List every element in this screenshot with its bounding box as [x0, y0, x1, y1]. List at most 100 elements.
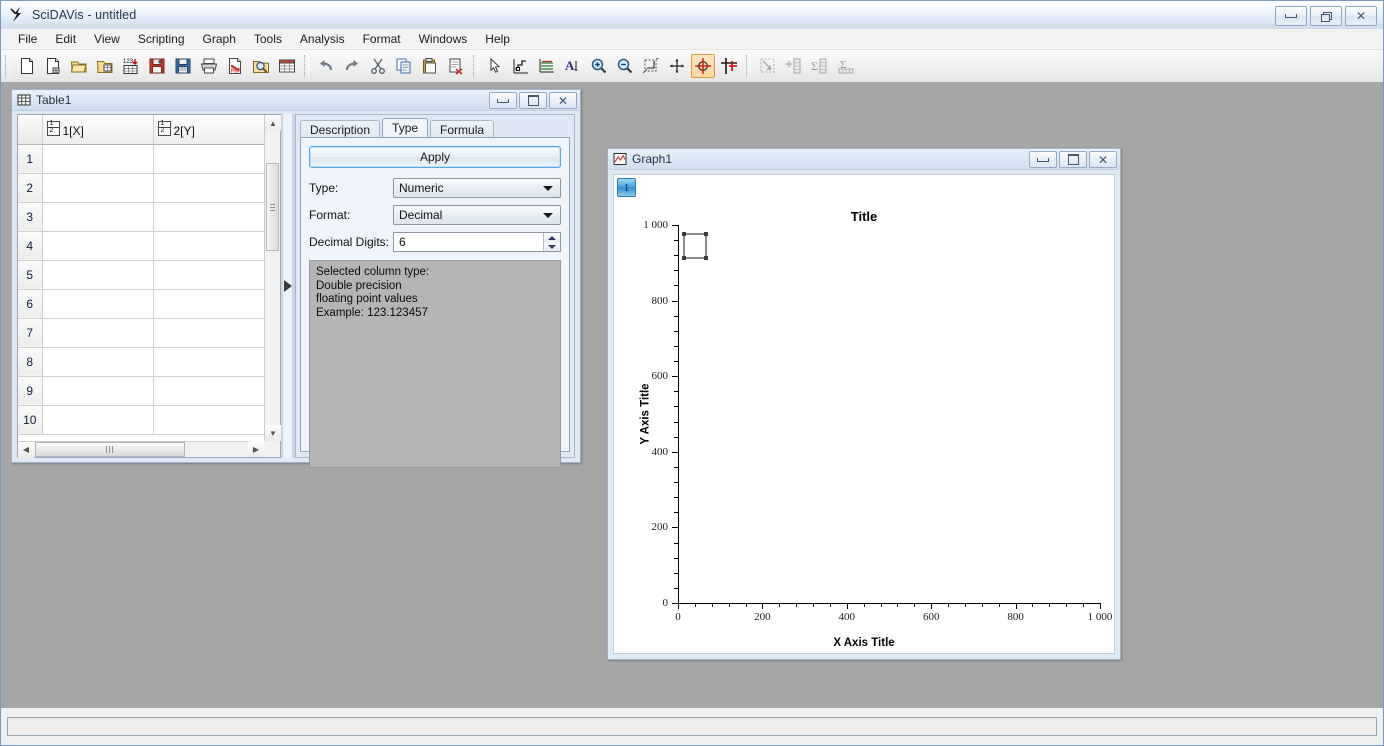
spreadsheet[interactable]: 1 2 1[X] 1 2 2[Y] 1 2 3 4 5 6 7 8 9 10 ▲… — [17, 114, 281, 458]
window-minimize-button[interactable] — [1275, 6, 1307, 26]
table-cell[interactable] — [42, 202, 154, 232]
move-data-points-icon[interactable] — [717, 54, 741, 78]
window-restore-button[interactable] — [1310, 6, 1342, 26]
delete-icon[interactable] — [444, 54, 468, 78]
table-cell[interactable] — [153, 376, 265, 406]
spreadsheet-vertical-scrollbar[interactable]: ▲ ▼ — [264, 115, 281, 441]
row-header[interactable]: 1 — [18, 144, 43, 174]
spinner-increment-button[interactable] — [544, 233, 560, 242]
horizontal-scroll-thumb[interactable] — [35, 442, 185, 457]
menu-windows[interactable]: Windows — [410, 30, 477, 48]
table-minimize-button[interactable] — [489, 92, 517, 109]
table-cell[interactable] — [153, 144, 265, 174]
project-explorer-icon[interactable] — [275, 54, 299, 78]
graph-minimize-button[interactable] — [1029, 151, 1057, 168]
table-window[interactable]: Table1 ✕ 1 2 1[X] 1 2 2[Y] 1 2 3 4 5 6 7… — [11, 89, 581, 468]
window-close-button[interactable]: ✕ — [1345, 6, 1377, 26]
table-cell[interactable] — [42, 231, 154, 261]
menu-scripting[interactable]: Scripting — [129, 30, 194, 48]
add-column-icon[interactable] — [782, 54, 806, 78]
column-header-2[interactable]: 1 2 2[Y] — [153, 115, 265, 145]
row-header[interactable]: 5 — [18, 260, 43, 290]
type-combobox[interactable]: Numeric — [393, 178, 561, 198]
menu-view[interactable]: View — [85, 30, 129, 48]
plot-canvas[interactable]: 1 Title Y Axis Title X Axis Title 0 200 40… — [613, 174, 1115, 654]
draw-arrow-icon[interactable] — [665, 54, 689, 78]
export-pdf-icon[interactable]: PDF — [223, 54, 247, 78]
paste-icon[interactable] — [418, 54, 442, 78]
table-cell[interactable] — [153, 202, 265, 232]
menu-analysis[interactable]: Analysis — [291, 30, 354, 48]
column-header-1[interactable]: 1 2 1[X] — [42, 115, 154, 145]
open-template-icon[interactable] — [93, 54, 117, 78]
graph-window[interactable]: Graph1 ✕ 1 Title Y Axis Title X Axis Tit… — [607, 148, 1121, 660]
row-statistics-icon[interactable]: Σ — [834, 54, 858, 78]
graph-close-button[interactable]: ✕ — [1089, 151, 1117, 168]
table-cell[interactable] — [42, 289, 154, 319]
save-as-template-icon[interactable] — [171, 54, 195, 78]
format-combobox[interactable]: Decimal — [393, 205, 561, 225]
scroll-right-arrow-icon[interactable]: ▶ — [248, 441, 264, 457]
table-close-button[interactable]: ✕ — [549, 92, 577, 109]
select-all-corner[interactable] — [18, 115, 43, 145]
row-header[interactable]: 8 — [18, 347, 43, 377]
open-folder-icon[interactable] — [67, 54, 91, 78]
screen-reader-crosshair-icon[interactable] — [691, 54, 715, 78]
scroll-down-arrow-icon[interactable]: ▼ — [265, 425, 281, 441]
table-cell[interactable] — [42, 347, 154, 377]
menu-help[interactable]: Help — [476, 30, 519, 48]
table-cell[interactable] — [42, 144, 154, 174]
table-cell[interactable] — [153, 405, 265, 435]
table-cell[interactable] — [153, 347, 265, 377]
data-reader-icon[interactable] — [509, 54, 533, 78]
table-cell[interactable] — [42, 405, 154, 435]
menu-format[interactable]: Format — [354, 30, 410, 48]
pointer-arrow-icon[interactable] — [483, 54, 507, 78]
copy-icon[interactable] — [392, 54, 416, 78]
menu-edit[interactable]: Edit — [46, 30, 85, 48]
undo-icon[interactable] — [314, 54, 338, 78]
new-table-icon[interactable] — [41, 54, 65, 78]
graph-maximize-button[interactable] — [1059, 151, 1087, 168]
y-axis-title[interactable]: Y Axis Title — [640, 383, 652, 444]
cut-icon[interactable] — [366, 54, 390, 78]
table-cell[interactable] — [42, 318, 154, 348]
select-data-range-icon[interactable] — [535, 54, 559, 78]
vertical-scroll-thumb[interactable] — [266, 163, 279, 251]
add-text-icon[interactable]: A — [561, 54, 585, 78]
decimal-digits-spinbox[interactable]: 6 — [393, 232, 561, 252]
zoom-in-icon[interactable] — [587, 54, 611, 78]
table-cell[interactable] — [153, 260, 265, 290]
redo-icon[interactable] — [340, 54, 364, 78]
scroll-up-arrow-icon[interactable]: ▲ — [265, 115, 281, 131]
table-cell[interactable] — [42, 260, 154, 290]
row-header[interactable]: 4 — [18, 231, 43, 261]
graph-window-title-bar[interactable]: Graph1 ✕ — [608, 149, 1120, 170]
zoom-out-icon[interactable] — [613, 54, 637, 78]
scroll-left-arrow-icon[interactable]: ◀ — [18, 441, 34, 458]
row-header[interactable]: 10 — [18, 405, 43, 435]
x-axis-title[interactable]: X Axis Title — [614, 637, 1114, 649]
menu-graph[interactable]: Graph — [194, 30, 245, 48]
spinner-decrement-button[interactable] — [544, 242, 560, 251]
spreadsheet-horizontal-scrollbar[interactable]: ◀ ▶ — [18, 441, 264, 458]
row-header[interactable]: 6 — [18, 289, 43, 319]
select-region-icon[interactable] — [756, 54, 780, 78]
collapse-panel-arrow-icon[interactable] — [284, 280, 292, 292]
row-header[interactable]: 3 — [18, 202, 43, 232]
table-maximize-button[interactable] — [519, 92, 547, 109]
new-document-icon[interactable] — [15, 54, 39, 78]
layer-selector-button[interactable]: 1 — [617, 178, 636, 197]
print-preview-icon[interactable] — [249, 54, 273, 78]
row-header[interactable]: 7 — [18, 318, 43, 348]
table-cell[interactable] — [153, 289, 265, 319]
save-project-icon[interactable] — [145, 54, 169, 78]
import-ascii-icon[interactable]: 123 — [119, 54, 143, 78]
apply-button[interactable]: Apply — [309, 146, 561, 168]
table-cell[interactable] — [153, 318, 265, 348]
menu-tools[interactable]: Tools — [245, 30, 291, 48]
table-cell[interactable] — [42, 173, 154, 203]
table-cell[interactable] — [153, 173, 265, 203]
plot-title[interactable]: Title — [614, 209, 1114, 224]
row-header[interactable]: 9 — [18, 376, 43, 406]
